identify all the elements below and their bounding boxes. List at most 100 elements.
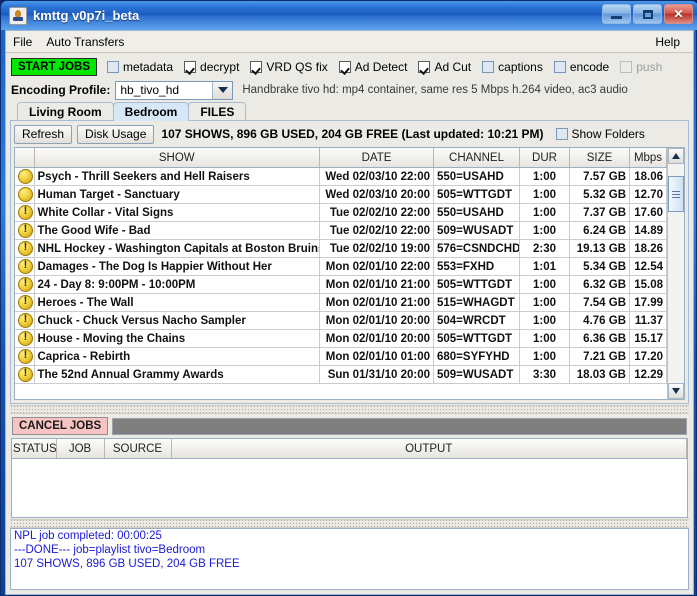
cell-mbps: 18.26	[629, 239, 667, 258]
jobs-progress-bar	[112, 417, 687, 435]
col-header-mbps[interactable]: Mbps	[629, 148, 667, 168]
col-header-icon[interactable]	[15, 148, 35, 168]
table-row[interactable]: House - Moving the ChainsMon 02/01/10 20…	[15, 329, 667, 348]
table-row[interactable]: Chuck - Chuck Versus Nacho SamplerMon 02…	[15, 311, 667, 330]
cell-date: Mon 02/01/10 22:00	[319, 257, 434, 276]
table-row[interactable]: 24 - Day 8: 9:00PM - 10:00PMMon 02/01/10…	[15, 275, 667, 294]
checkbox-box	[107, 60, 119, 73]
cell-dur: 1:00	[519, 347, 570, 366]
row-status-cell	[15, 275, 35, 294]
scrollbar-thumb[interactable]	[668, 176, 684, 212]
checkbox-ad-detect[interactable]: Ad Detect	[338, 60, 407, 74]
cell-mbps: 12.29	[629, 365, 667, 384]
cell-date: Mon 02/01/10 21:00	[319, 275, 434, 294]
cell-channel: 505=WTTGDT	[433, 329, 520, 348]
table-row[interactable]: Caprica - RebirthMon 02/01/10 01:00680=S…	[15, 347, 667, 366]
checkbox-vrd-qs-fix[interactable]: VRD QS fix	[250, 59, 328, 74]
table-row[interactable]: White Collar - Vital SignsTue 02/02/10 2…	[15, 203, 667, 222]
tab-files[interactable]: FILES	[188, 102, 247, 121]
cell-channel: 576=CSNDCHD	[433, 239, 520, 258]
cell-mbps: 11.37	[629, 311, 667, 330]
checkbox-captions[interactable]: captions	[482, 60, 543, 74]
col-header-job[interactable]: JOB	[56, 439, 105, 459]
col-header-status[interactable]: STATUS	[12, 439, 57, 459]
toolbar-row-options: START JOBS metadata decrypt VRD QS fix A…	[11, 56, 688, 77]
chevron-down-icon[interactable]	[212, 81, 233, 99]
npl-vertical-scrollbar[interactable]	[667, 148, 684, 399]
checkbox-metadata[interactable]: metadata	[107, 60, 173, 74]
jobs-table-container: STATUS JOB SOURCE OUTPUT	[11, 438, 688, 518]
scroll-up-icon[interactable]	[668, 148, 684, 164]
checkbox-ad-cut[interactable]: Ad Cut	[418, 60, 471, 74]
menu-auto-transfers[interactable]: Auto Transfers	[39, 33, 131, 51]
toolbar-row-profile: Encoding Profile: hb_tivo_hd Handbrake t…	[11, 79, 688, 101]
table-row[interactable]: The Good Wife - BadTue 02/02/10 22:00509…	[15, 221, 667, 240]
cell-mbps: 15.17	[629, 329, 667, 348]
table-row[interactable]: Psych - Thrill Seekers and Hell Raisers W…	[15, 167, 667, 186]
maximize-button[interactable]	[633, 4, 662, 24]
cell-show: White Collar - Vital Signs	[34, 203, 320, 222]
minimize-button[interactable]	[602, 4, 631, 24]
cell-show: Damages - The Dog Is Happier Without Her	[34, 257, 320, 276]
cell-channel: 515=WHAGDT	[433, 293, 520, 312]
client-area: File Auto Transfers Help START JOBS meta…	[5, 30, 694, 593]
npl-table-column: SHOW DATE CHANNEL DUR SIZE Mbps Psych - …	[15, 148, 667, 399]
refresh-button[interactable]: Refresh	[14, 124, 73, 144]
table-row[interactable]: NHL Hockey - Washington Capitals at Bost…	[15, 239, 667, 258]
checkbox-label: VRD QS fix	[266, 59, 328, 74]
checkbox-encode[interactable]: encode	[553, 59, 610, 74]
table-row[interactable]: Heroes - The WallMon 02/01/10 21:00515=W…	[15, 293, 667, 312]
start-jobs-button[interactable]: START JOBS	[11, 57, 97, 76]
splitter-bottom[interactable]	[10, 519, 689, 528]
table-row[interactable]: Human Target - Sanctuary Wed 02/03/10 20:…	[15, 185, 667, 204]
checkbox-decrypt[interactable]: decrypt	[184, 60, 239, 74]
warning-circle-icon	[18, 330, 33, 346]
row-status-cell	[15, 185, 35, 204]
log-line: 107 SHOWS, 896 GB USED, 204 GB FREE	[14, 558, 240, 570]
col-header-channel[interactable]: CHANNEL	[433, 148, 520, 168]
warning-circle-icon	[18, 258, 33, 274]
checkbox-label: encode	[569, 59, 610, 74]
caption-buttons: ✕	[602, 4, 693, 24]
log-panel[interactable]: NPL job completed: 00:00:25 ---DONE--- j…	[10, 528, 689, 590]
warning-circle-icon	[18, 204, 33, 220]
col-header-size[interactable]: SIZE	[569, 148, 630, 168]
menu-help[interactable]: Help	[648, 33, 687, 51]
cell-dur: 3:30	[519, 365, 570, 384]
table-row[interactable]: Damages - The Dog Is Happier Without Her…	[15, 257, 667, 276]
cancel-jobs-button[interactable]: CANCEL JOBS	[12, 417, 109, 435]
cell-dur: 1:00	[519, 203, 570, 222]
table-row[interactable]: The 52nd Annual Grammy AwardsSun 01/31/1…	[15, 365, 667, 384]
cell-show: The Good Wife - Bad	[34, 221, 320, 240]
jobs-toolbar: CANCEL JOBS	[10, 414, 689, 438]
splitter-top[interactable]	[10, 405, 689, 414]
col-header-source[interactable]: SOURCE	[104, 439, 172, 459]
cell-date: Mon 02/01/10 20:00	[319, 329, 434, 348]
col-header-dur[interactable]: DUR	[519, 148, 570, 168]
col-header-output[interactable]: OUTPUT	[171, 439, 687, 459]
title-bar-left: kmttg v0p7i_beta	[1, 6, 139, 25]
status-bar	[5, 591, 694, 595]
disk-usage-button[interactable]: Disk Usage	[77, 124, 155, 144]
scroll-down-icon[interactable]	[668, 383, 684, 399]
col-header-show[interactable]: SHOW	[34, 148, 320, 168]
menu-file[interactable]: File	[6, 33, 39, 51]
cell-channel: 553=FXHD	[433, 257, 520, 276]
encoding-profile-select[interactable]: hb_tivo_hd	[115, 80, 234, 100]
scrollbar-track[interactable]	[668, 164, 684, 383]
tab-living-room[interactable]: Living Room	[17, 102, 114, 121]
cell-size: 7.54 GB	[569, 293, 630, 312]
cell-channel: 504=WRCDT	[433, 311, 520, 330]
cell-size: 7.37 GB	[569, 203, 630, 222]
maximize-icon	[642, 9, 653, 19]
circle-icon	[18, 187, 33, 202]
close-button[interactable]: ✕	[664, 4, 693, 24]
cell-mbps: 15.08	[629, 275, 667, 294]
checkbox-show-folders[interactable]: Show Folders	[555, 127, 645, 141]
cell-show: Psych - Thrill Seekers and Hell Raisers	[34, 167, 320, 186]
checkbox-label: Ad Cut	[434, 59, 472, 74]
cell-show: 24 - Day 8: 9:00PM - 10:00PM	[34, 275, 320, 294]
tab-bedroom[interactable]: Bedroom	[112, 102, 190, 121]
npl-table: SHOW DATE CHANNEL DUR SIZE Mbps Psych - …	[15, 148, 667, 384]
col-header-date[interactable]: DATE	[319, 148, 434, 168]
